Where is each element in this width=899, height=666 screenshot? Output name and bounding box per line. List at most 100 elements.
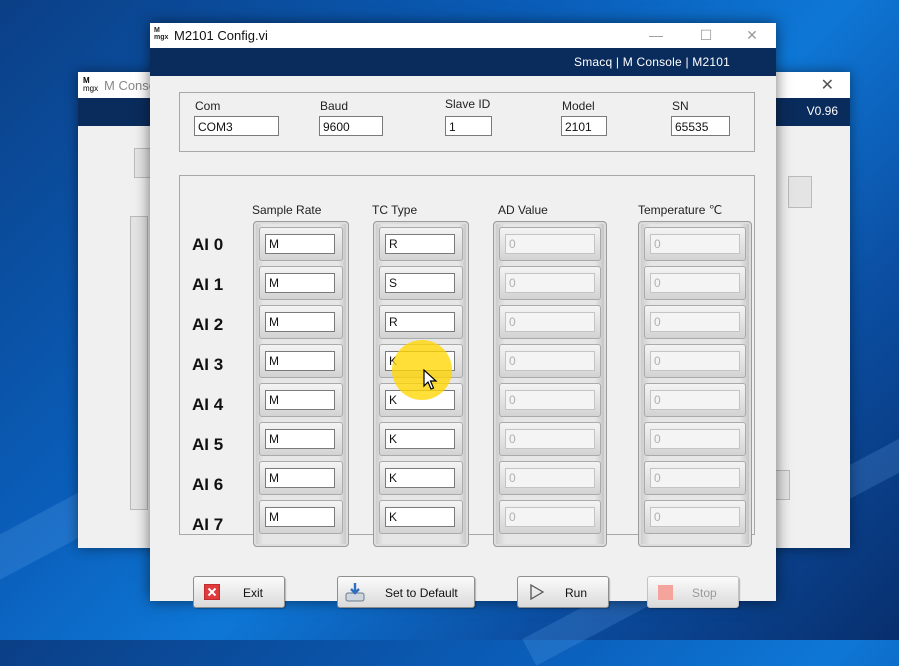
app-icon: Mmgx [83, 76, 99, 93]
temperature-cell [644, 500, 746, 534]
ad-value-cell [499, 422, 601, 456]
stop-button-label: Stop [692, 586, 717, 600]
sample-rate-cell [259, 344, 343, 378]
channel-label: AI 1 [192, 275, 224, 294]
device-info-panel: Com COM3 Baud 9600 Slave ID 1 Model 2101… [179, 92, 755, 152]
exit-button-label: Exit [243, 586, 264, 600]
background-field[interactable] [788, 176, 812, 208]
ad-value-cell [499, 344, 601, 378]
ad-value-display [505, 429, 595, 449]
run-button[interactable]: Run [517, 576, 609, 608]
ad-value-header: AD Value [498, 203, 548, 217]
window-title: M2101 Config.vi [174, 28, 268, 43]
com-field[interactable]: COM3 [194, 116, 279, 136]
channel-label: AI 2 [192, 315, 224, 334]
temperature-display [650, 429, 740, 449]
temperature-display [650, 390, 740, 410]
slave-id-label: Slave ID [445, 97, 491, 111]
sample-rate-cell [259, 266, 343, 300]
channel-label: AI 3 [192, 355, 224, 374]
sample-rate-input[interactable] [265, 390, 335, 410]
baud-label: Baud [320, 99, 349, 113]
close-icon[interactable]: ✕ [732, 24, 772, 46]
sample-rate-input[interactable] [265, 429, 335, 449]
tc-type-input[interactable] [385, 507, 455, 527]
tc-type-input[interactable] [385, 234, 455, 254]
sn-field[interactable]: 65535 [671, 116, 730, 136]
tc-type-cell [379, 305, 463, 339]
tc-type-cell [379, 266, 463, 300]
temperature-header: Temperature ℃ [638, 203, 723, 217]
ad-value-cell [499, 500, 601, 534]
temperature-cell [644, 227, 746, 261]
tc-type-input[interactable] [385, 468, 455, 488]
sample-rate-input[interactable] [265, 351, 335, 371]
temperature-cell [644, 383, 746, 417]
ad-value-display [505, 390, 595, 410]
sample-rate-input[interactable] [265, 273, 335, 293]
client-area: Com COM3 Baud 9600 Slave ID 1 Model 2101… [150, 76, 776, 608]
maximize-icon[interactable]: ☐ [686, 24, 726, 46]
tc-type-input[interactable] [385, 273, 455, 293]
sample-rate-cell [259, 500, 343, 534]
tc-type-input[interactable] [385, 429, 455, 449]
slave-id-field[interactable]: 1 [445, 116, 492, 136]
tc-type-input[interactable] [385, 312, 455, 332]
minimize-icon[interactable]: — [636, 24, 676, 46]
version-label: V0.96 [806, 104, 838, 118]
temperature-column [638, 221, 752, 547]
config-window[interactable]: Mmgx M2101 Config.vi — ☐ ✕ Smacq | M Con… [150, 23, 776, 608]
ad-value-display [505, 351, 595, 371]
sample-rate-input[interactable] [265, 312, 335, 332]
ad-value-display [505, 468, 595, 488]
close-icon[interactable]: ✕ [821, 75, 834, 95]
sample-rate-cell [259, 305, 343, 339]
temperature-cell [644, 422, 746, 456]
tc-type-cell [379, 422, 463, 456]
mouse-cursor-icon [423, 369, 438, 390]
temperature-display [650, 351, 740, 371]
sample-rate-column [253, 221, 349, 547]
sample-rate-header: Sample Rate [252, 203, 322, 217]
play-icon [530, 584, 544, 600]
channel-label: AI 0 [192, 235, 224, 254]
set-to-default-label: Set to Default [385, 586, 458, 600]
model-field[interactable]: 2101 [561, 116, 607, 136]
model-label: Model [562, 99, 595, 113]
tc-type-header: TC Type [372, 203, 418, 217]
sample-rate-input[interactable] [265, 234, 335, 254]
temperature-cell [644, 305, 746, 339]
stop-icon [658, 585, 673, 600]
sample-rate-cell [259, 383, 343, 417]
ad-value-display [505, 273, 595, 293]
app-icon: Mmgx [154, 27, 169, 41]
sample-rate-input[interactable] [265, 468, 335, 488]
channel-label: AI 4 [192, 395, 224, 414]
sample-rate-cell [259, 422, 343, 456]
stop-button[interactable]: Stop [647, 576, 739, 608]
cursor-highlight [392, 340, 452, 400]
temperature-cell [644, 461, 746, 495]
tc-type-cell [379, 227, 463, 261]
background-list[interactable] [130, 216, 148, 510]
window-titlebar[interactable]: Mmgx M2101 Config.vi — ☐ ✕ [150, 23, 776, 48]
channel-label: AI 5 [192, 435, 224, 454]
ad-value-display [505, 234, 595, 254]
set-to-default-button[interactable]: Set to Default [337, 576, 475, 608]
temperature-display [650, 312, 740, 332]
background-button[interactable] [774, 470, 790, 500]
ad-value-display [505, 507, 595, 527]
ad-value-cell [499, 266, 601, 300]
baud-field[interactable]: 9600 [319, 116, 383, 136]
ad-value-cell [499, 227, 601, 261]
header-band: Smacq | M Console | M2101 [150, 48, 776, 76]
exit-icon [204, 584, 220, 600]
ad-value-cell [499, 383, 601, 417]
sample-rate-input[interactable] [265, 507, 335, 527]
temperature-display [650, 234, 740, 254]
temperature-display [650, 468, 740, 488]
ad-value-cell [499, 461, 601, 495]
temperature-display [650, 273, 740, 293]
exit-button[interactable]: Exit [193, 576, 285, 608]
ad-value-display [505, 312, 595, 332]
